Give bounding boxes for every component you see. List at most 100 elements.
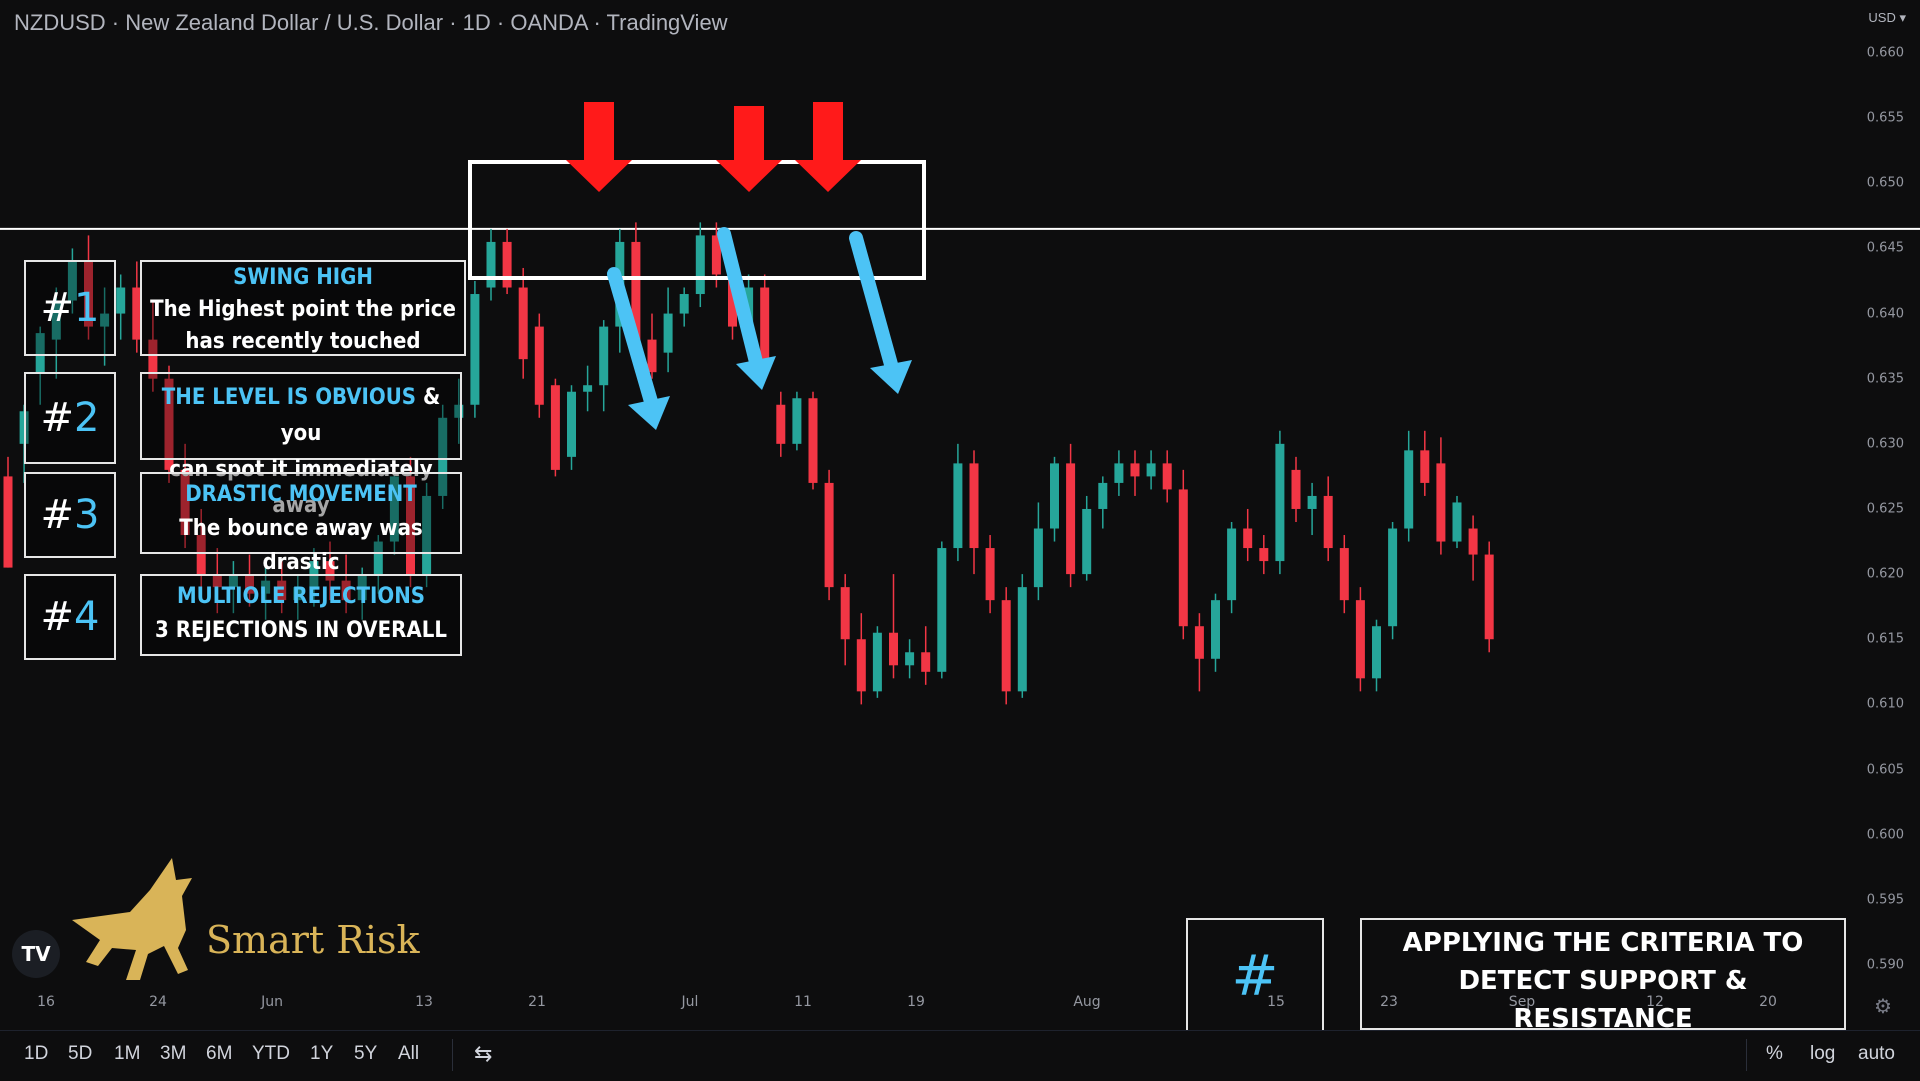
candle-body [937,548,947,672]
candle-body [1243,528,1253,549]
candle-body [1404,450,1414,529]
date-tick-label: 11 [794,994,812,1010]
bottom-hash-box: # [1186,918,1324,1034]
currency-selector[interactable]: USD ▾ [1868,10,1906,26]
criteria-title: DRASTIC MOVEMENT [185,482,417,507]
candle-body [1484,554,1494,640]
blue-arrow-3-head [870,360,912,394]
red-down-arrow-1 [566,102,632,192]
candle-body [1082,508,1092,575]
tradingview-logo[interactable]: TV [12,930,60,978]
candle-body [905,652,915,666]
candle-body [695,235,705,295]
criteria-desc-2: THE LEVEL IS OBVIOUS & you can spot it i… [140,372,462,518]
bottom-toolbar: 1D 5D 1M 3M 6M YTD 1Y 5Y All ⇆ % log aut… [0,1030,1920,1081]
settings-gear-icon[interactable]: ⚙ [1874,994,1892,1019]
caption-line: APPLYING THE CRITERIA TO [1402,928,1804,958]
candle-body [502,241,512,288]
price-tick-label: 0.600 [1866,827,1904,843]
criteria-desc-4: MULTIOLE REJECTIONS 3 REJECTIONS IN OVER… [140,574,462,656]
auto-toggle[interactable]: auto [1858,1043,1895,1065]
candle-body [470,294,480,405]
range-all[interactable]: All [398,1043,419,1065]
candle-body [486,241,496,288]
rejection-arrows-red [566,102,861,192]
date-tick-label: Aug [1073,994,1101,1010]
range-ytd[interactable]: YTD [252,1043,290,1065]
range-3m[interactable]: 3M [160,1043,186,1065]
criteria-num: 3 [74,492,100,538]
percent-toggle[interactable]: % [1766,1043,1783,1065]
candle-body [1227,528,1237,601]
candle-body [921,652,931,672]
price-tick-label: 0.655 [1866,110,1904,126]
candle-body [1436,463,1446,542]
candle-body [1211,600,1220,659]
range-1d[interactable]: 1D [24,1043,48,1065]
bottom-caption-box: APPLYING THE CRITERIA TO DETECT SUPPORT … [1360,918,1846,1034]
hash-symbol: # [40,395,75,441]
criteria-line: The Highest point the price [150,297,456,322]
candle-body [1130,463,1140,477]
symbol-title[interactable]: NZDUSD · New Zealand Dollar / U.S. Dolla… [14,10,728,36]
log-toggle[interactable]: log [1810,1043,1835,1065]
range-5d[interactable]: 5D [68,1043,92,1065]
criteria-number-3: #3 [24,472,116,558]
criteria-num: 1 [74,285,100,331]
blue-arrow-2-head [736,356,776,390]
range-1m[interactable]: 1M [114,1043,140,1065]
criteria-desc-3: DRASTIC MOVEMENT The bounce away was dra… [140,472,462,575]
candle-body [1420,450,1430,483]
price-tick-label: 0.635 [1866,371,1904,387]
candle-body [518,287,528,360]
criteria-number-2: #2 [24,372,116,464]
blue-arrow-3 [849,231,899,375]
criteria-num: 2 [74,395,100,441]
brand-name: Smart Risk [206,918,420,962]
candle-body [776,404,786,444]
candle-body [1307,495,1317,509]
candle-body [1050,463,1059,529]
candle-body [567,391,576,457]
candle-body [1146,463,1156,477]
range-5y[interactable]: 5Y [354,1043,377,1065]
candle-body [3,476,13,568]
criteria-title-row: THE LEVEL IS OBVIOUS & you [142,380,460,452]
date-tick-label: 19 [907,994,925,1010]
candle-body [1452,502,1462,542]
candle-body [1291,469,1301,509]
range-1y[interactable]: 1Y [310,1043,333,1065]
range-6m[interactable]: 6M [206,1043,232,1065]
date-tick-label: 16 [37,994,55,1010]
candle-body [840,587,850,640]
date-tick-label: 21 [528,994,546,1010]
candle-body [1194,626,1204,659]
blue-arrow-1-head [628,396,670,430]
price-tick-label: 0.625 [1866,501,1904,517]
candle-body [1468,528,1478,555]
candle-body [1372,626,1381,679]
price-tick-label: 0.620 [1866,566,1904,582]
brand-logo-unicorn [72,858,192,980]
date-range-icon[interactable]: ⇆ [474,1041,492,1067]
price-tick-label: 0.610 [1866,696,1904,712]
hash-symbol: # [40,285,75,331]
candle-body [1178,489,1188,627]
candle-body [116,287,126,314]
price-tick-label: 0.590 [1866,957,1904,973]
price-tick-label: 0.660 [1866,45,1904,61]
caption-line: DETECT SUPPORT & [1458,966,1748,996]
candle-body [534,326,544,405]
criteria-title: THE LEVEL IS OBVIOUS [161,385,417,410]
candle-body [760,287,770,366]
candle-body [953,463,963,549]
candle-body [663,313,673,353]
hash-symbol: # [40,594,75,640]
criteria-number-4: #4 [24,574,116,660]
candle-body [1388,528,1398,627]
criteria-title: SWING HIGH [233,265,373,290]
candle-body [1033,528,1043,588]
candle-body [824,482,834,588]
candle-body [583,385,593,392]
price-tick-label: 0.595 [1866,892,1904,908]
